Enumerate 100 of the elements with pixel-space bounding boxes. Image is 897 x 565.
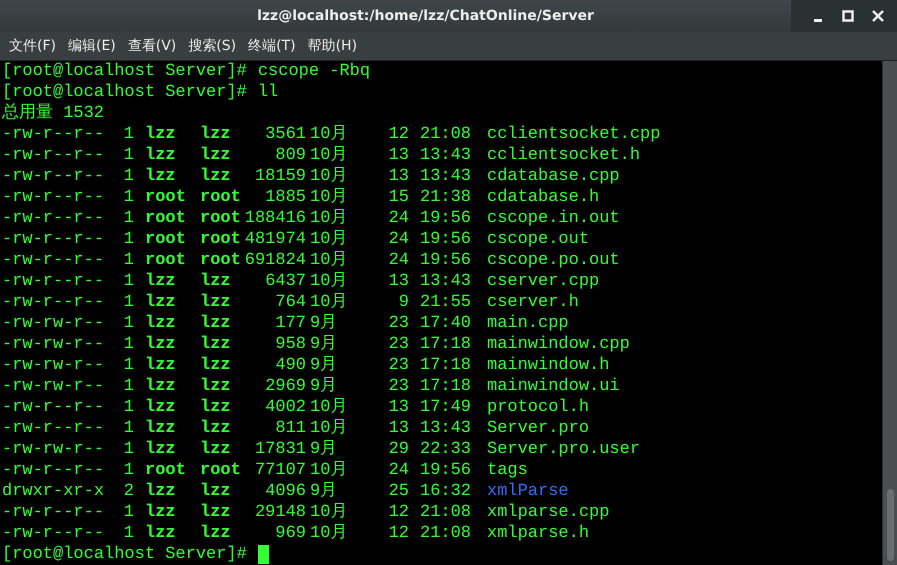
time-text: 19:56 <box>419 460 472 481</box>
month-text: 9月 <box>309 481 338 502</box>
month-text: 10月 <box>309 523 348 544</box>
owner-text: root <box>144 208 187 229</box>
window-title: lzz@localhost:/home/lzz/ChatOnline/Server <box>256 8 595 24</box>
permissions-text: drwxr-xr-x <box>2 481 106 502</box>
link-count: 1 <box>122 523 134 544</box>
file-size: 764 <box>274 292 306 313</box>
day-text: 15 <box>388 187 409 208</box>
month-text: 10月 <box>309 208 348 229</box>
link-count: 1 <box>122 145 134 166</box>
file-name: cdatabase.cpp <box>487 166 621 187</box>
owner-text: lzz <box>144 271 177 292</box>
file-size: 29148 <box>254 502 306 523</box>
day-text: 23 <box>388 355 409 376</box>
owner-text: lzz <box>144 523 177 544</box>
day-text: 24 <box>388 229 409 250</box>
owner-text: lzz <box>144 145 177 166</box>
owner-text: lzz <box>144 313 177 334</box>
day-text: 13 <box>388 397 409 418</box>
time-text: 19:56 <box>419 208 472 229</box>
time-text: 17:18 <box>419 355 472 376</box>
link-count: 1 <box>122 166 134 187</box>
file-name: cclientsocket.h <box>487 145 642 166</box>
command-text: ll <box>258 82 278 103</box>
owner-text: lzz <box>144 292 177 313</box>
time-text: 17:18 <box>419 376 472 397</box>
permissions-text: -rw-r--r-- <box>2 166 106 187</box>
day-text: 13 <box>388 166 409 187</box>
day-text: 24 <box>388 250 409 271</box>
file-size: 77107 <box>254 460 306 481</box>
file-size: 6437 <box>264 271 306 292</box>
owner-text: lzz <box>144 502 177 523</box>
menu-item[interactable]: 查看(V) <box>122 34 182 58</box>
group-text: lzz <box>199 271 232 292</box>
file-size: 811 <box>274 418 306 439</box>
scrollbar-thumb[interactable] <box>886 489 894 561</box>
month-text: 10月 <box>309 502 348 523</box>
group-text: lzz <box>199 502 232 523</box>
menu-item[interactable]: 帮助(H) <box>302 34 362 58</box>
owner-text: lzz <box>144 418 177 439</box>
permissions-text: -rw-r--r-- <box>2 523 106 544</box>
day-text: 24 <box>388 460 409 481</box>
day-text: 23 <box>388 376 409 397</box>
file-name: xmlparse.cpp <box>487 502 610 523</box>
menu-item[interactable]: 终端(T) <box>243 34 301 58</box>
group-text: lzz <box>199 355 232 376</box>
day-text: 29 <box>388 439 409 460</box>
link-count: 1 <box>122 187 134 208</box>
permissions-text: -rw-r--r-- <box>2 271 106 292</box>
scrollbar[interactable] <box>882 61 897 565</box>
file-name: cserver.cpp <box>487 271 600 292</box>
time-text: 13:43 <box>419 145 472 166</box>
day-text: 24 <box>388 208 409 229</box>
day-text: 12 <box>388 124 409 145</box>
menu-item[interactable]: 编辑(E) <box>62 34 121 58</box>
month-text: 9月 <box>309 355 338 376</box>
day-text: 13 <box>388 418 409 439</box>
menu-item[interactable]: 文件(F) <box>4 34 61 58</box>
time-text: 13:43 <box>419 271 472 292</box>
file-name: cclientsocket.cpp <box>487 124 662 145</box>
group-text: lzz <box>199 124 232 145</box>
month-text: 10月 <box>309 397 348 418</box>
link-count: 1 <box>122 460 134 481</box>
command-text: cscope -Rbq <box>258 61 370 82</box>
total-size-text: 总用量 1532 <box>2 103 104 124</box>
file-size: 4096 <box>264 481 306 502</box>
permissions-text: -rw-rw-r-- <box>2 355 106 376</box>
link-count: 1 <box>122 229 134 250</box>
month-text: 10月 <box>309 460 348 481</box>
day-text: 13 <box>388 271 409 292</box>
time-text: 19:56 <box>419 229 472 250</box>
file-size: 18159 <box>254 166 306 187</box>
shell-prompt: [root@localhost Server]# <box>2 82 247 103</box>
time-text: 21:08 <box>419 523 472 544</box>
file-name: xmlparse.h <box>487 523 590 544</box>
shell-prompt: [root@localhost Server]# <box>2 544 247 565</box>
permissions-text: -rw-r--r-- <box>2 229 106 250</box>
month-text: 9月 <box>309 313 338 334</box>
permissions-text: -rw-r--r-- <box>2 187 106 208</box>
group-text: lzz <box>199 523 232 544</box>
group-text: lzz <box>199 439 232 460</box>
owner-text: lzz <box>144 124 177 145</box>
month-text: 10月 <box>309 124 348 145</box>
month-text: 10月 <box>309 250 348 271</box>
file-name: tags <box>487 460 529 481</box>
file-size: 188416 <box>244 208 306 229</box>
file-size: 958 <box>274 334 306 355</box>
owner-text: root <box>144 187 187 208</box>
month-text: 10月 <box>309 229 348 250</box>
menu-item[interactable]: 搜索(S) <box>183 34 242 58</box>
permissions-text: -rw-rw-r-- <box>2 376 106 397</box>
time-text: 16:32 <box>419 481 472 502</box>
owner-text: lzz <box>144 481 177 502</box>
time-text: 13:43 <box>419 166 472 187</box>
group-text: root <box>199 187 240 208</box>
link-count: 1 <box>122 292 134 313</box>
group-text: lzz <box>199 418 232 439</box>
time-text: 19:56 <box>419 250 472 271</box>
group-text: root <box>199 208 240 229</box>
